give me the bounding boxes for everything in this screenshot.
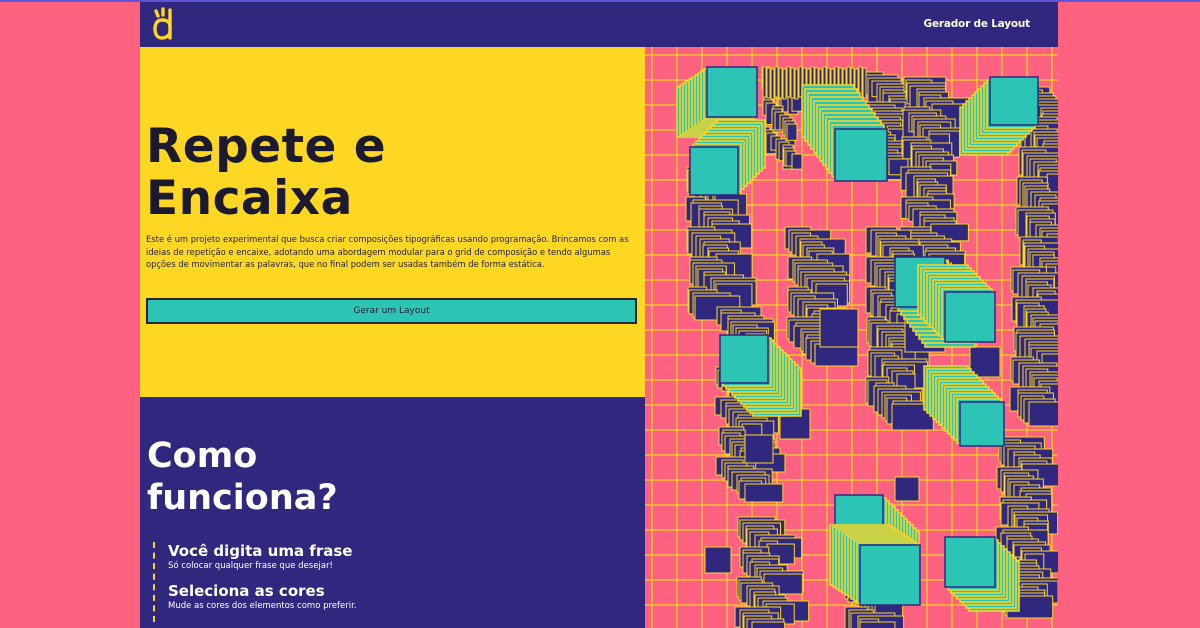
art-bar [751,621,786,628]
layout-generator-link[interactable]: Gerador de Layout [924,18,1031,30]
art-bar [778,67,783,99]
step-description: Só colocar qualquer frase que desejar! [168,561,333,571]
hero-title: Repete e Encaixa [146,121,626,225]
art-bar [704,546,732,574]
art-bar [859,621,896,628]
step-item: Seleciona as cores Mude as cores dos ele… [168,582,648,612]
hero-title-line-2: Encaixa [146,171,353,226]
how-it-works-title: Como funciona? [147,435,547,519]
art-bar [791,153,803,170]
art-bar [782,68,787,100]
art-bar [790,67,795,99]
art-teal-square [706,66,758,118]
hand-logo-icon[interactable] [151,7,177,41]
how-title-line-2: funciona? [147,478,338,518]
art-teal-square [944,291,996,343]
how-title-line-1: Como [147,436,258,476]
step-title: Você digita uma frase [168,542,353,560]
art-bar [766,67,771,99]
how-it-works-section: Como funciona? Você digita uma frase Só … [140,397,645,628]
art-teal-square [859,544,921,606]
art-bar [762,66,767,98]
art-teal-square [719,334,769,384]
art-bar [862,67,867,99]
navbar: Gerador de Layout [140,2,1058,47]
art-bar [786,123,798,141]
art-teal-square [944,536,996,588]
hero-title-line-1: Repete e [146,119,387,174]
art-teal-square [834,128,888,182]
art-bar [1028,401,1058,427]
step-description: Mude as cores dos elementos como preferi… [168,601,357,611]
art-bar [894,476,920,502]
hero-description: Este é um projeto experimental que busca… [146,234,629,270]
art-bar [794,68,799,100]
art-bar [774,66,779,98]
hero-section: Repete e Encaixa Este é um projeto exper… [140,47,645,397]
art-bar [819,308,859,348]
art-teal-square [689,146,739,196]
page-frame: Gerador de Layout Repete e Encaixa Este … [140,2,1058,628]
step-item: Você digita uma frase Só colocar qualque… [168,542,648,572]
generate-layout-button[interactable]: Gerar um Layout [146,298,637,324]
steps-list: Você digita uma frase Só colocar qualque… [153,542,648,622]
art-bar [770,68,775,100]
art-bar [744,483,784,503]
generative-art-panel [645,47,1058,628]
art-bar [744,434,774,464]
art-bar [786,66,791,98]
step-title: Seleciona as cores [168,582,325,600]
art-teal-square [989,76,1039,126]
art-teal-square [959,401,1005,447]
